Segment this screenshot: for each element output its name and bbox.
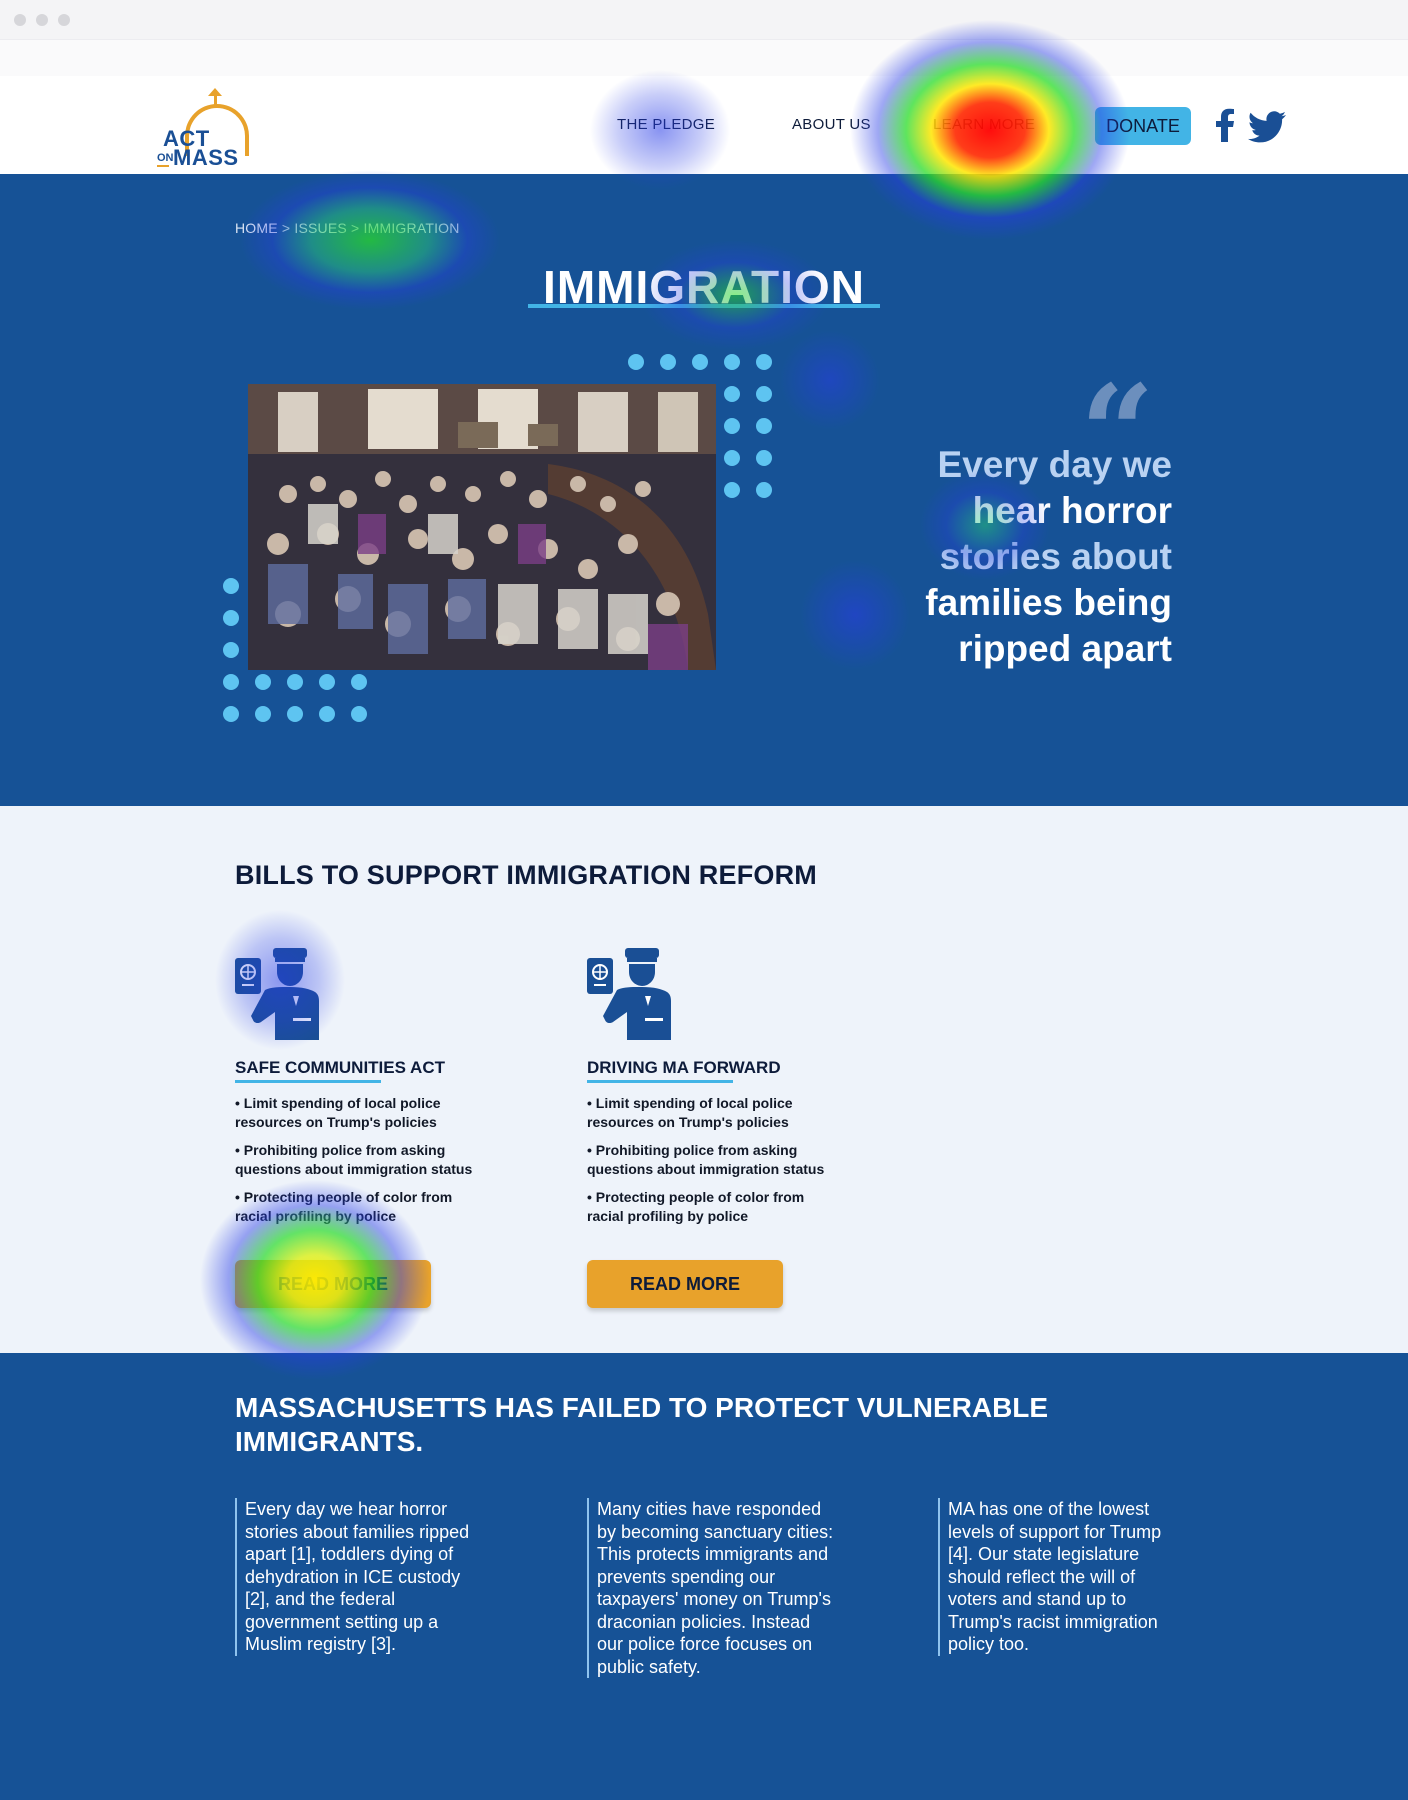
bill-bullet: • Protecting people of color from racial… — [587, 1189, 805, 1224]
hero-section: HOME > ISSUES > IMMIGRATION IMMIGRATION — [0, 174, 1408, 806]
dot — [692, 354, 708, 370]
failure-column-text: MA has one of the lowest levels of suppo… — [938, 1498, 1188, 1656]
breadcrumb-issues[interactable]: ISSUES — [294, 220, 347, 236]
quote-line: families being — [792, 580, 1172, 626]
page: ACT ON MASS THE PLEDGE ABOUT US LEARN MO… — [0, 0, 1408, 1800]
dot — [223, 578, 239, 594]
breadcrumb-separator-glyph: > — [281, 220, 291, 236]
dot — [223, 674, 239, 690]
window-dot-icon[interactable] — [36, 14, 48, 26]
dot — [756, 354, 772, 370]
breadcrumb-separator: > — [282, 220, 294, 236]
quote-line: hear horror — [792, 488, 1172, 534]
dot — [255, 706, 271, 722]
bill-bullet: • Prohibiting police from asking questio… — [587, 1142, 825, 1177]
bill-title: SAFE COMMUNITIES ACT — [235, 1058, 445, 1077]
bill-title-underline — [235, 1080, 381, 1083]
immigration-officer-icon — [587, 944, 671, 1040]
bill-bullet-list: • Limit spending of local police resourc… — [587, 1094, 837, 1235]
dot — [223, 706, 239, 722]
act-on-mass-logo[interactable]: ACT ON MASS — [155, 88, 251, 170]
donate-button[interactable]: DONATE — [1095, 107, 1191, 145]
dot — [724, 354, 740, 370]
quote-line-text: Every day we — [937, 444, 1172, 485]
nav-link-about-us[interactable]: ABOUT US — [792, 116, 871, 133]
dot — [756, 482, 772, 498]
dot — [351, 706, 367, 722]
dot — [628, 354, 644, 370]
logo-on-text: ON — [157, 152, 174, 164]
dot — [287, 674, 303, 690]
facebook-icon[interactable] — [1206, 106, 1246, 146]
hero-quote: Every day we hear horror stories about f… — [792, 442, 1172, 672]
breadcrumb: HOME > ISSUES > IMMIGRATION — [235, 220, 460, 236]
breadcrumb-current: IMMIGRATION — [363, 220, 460, 236]
window-dot-icon[interactable] — [58, 14, 70, 26]
dot — [660, 354, 676, 370]
dot — [319, 706, 335, 722]
immigration-officer-icon — [235, 944, 319, 1040]
bills-section: BILLS TO SUPPORT IMMIGRATION REFORM SAFE… — [0, 806, 1408, 1353]
failure-heading: MASSACHUSETTS HAS FAILED TO PROTECT VULN… — [235, 1392, 1049, 1457]
bill-bullet: • Protecting people of color from racial… — [235, 1189, 453, 1224]
breadcrumb-home[interactable]: HOME — [235, 220, 278, 236]
quote-line: Every day we — [792, 442, 1172, 488]
site-header: ACT ON MASS THE PLEDGE ABOUT US LEARN MO… — [0, 76, 1408, 174]
dot — [756, 418, 772, 434]
nav-link-the-pledge[interactable]: THE PLEDGE — [617, 116, 715, 133]
bill-bullet: • Limit spending of local police resourc… — [587, 1095, 793, 1130]
failure-section: MASSACHUSETTS HAS FAILED TO PROTECT VULN… — [0, 1353, 1408, 1800]
quote-line-text: families being — [925, 582, 1172, 623]
dot — [756, 386, 772, 402]
dot — [255, 674, 271, 690]
read-more-button[interactable]: READ MORE — [587, 1260, 783, 1308]
dot — [319, 674, 335, 690]
breadcrumb-separator: > — [351, 220, 363, 236]
browser-toolbar — [0, 40, 1408, 76]
read-more-button[interactable]: READ MORE — [235, 1260, 431, 1308]
decorative-dot-grid — [223, 578, 373, 722]
nav-link-learn-more[interactable]: LEARN MORE — [933, 116, 1035, 133]
bill-bullet: • Limit spending of local police resourc… — [235, 1095, 441, 1130]
dot — [724, 482, 740, 498]
dot — [223, 610, 239, 626]
dot — [287, 706, 303, 722]
breadcrumb-separator-glyph: > — [351, 220, 360, 236]
bill-title: DRIVING MA FORWARD — [587, 1058, 781, 1077]
logo-underline — [157, 165, 169, 167]
quote-line-text: hear horror — [972, 490, 1172, 531]
bill-title-underline — [587, 1080, 733, 1083]
bills-heading: BILLS TO SUPPORT IMMIGRATION REFORM — [235, 860, 817, 890]
window-dot-icon[interactable] — [14, 14, 26, 26]
dot — [351, 674, 367, 690]
browser-chrome — [0, 0, 1408, 40]
quote-line: stories about — [792, 534, 1172, 580]
twitter-icon[interactable] — [1246, 106, 1288, 146]
failure-column-text: Every day we hear horror stories about f… — [235, 1498, 485, 1656]
bill-bullet: • Prohibiting police from asking questio… — [235, 1142, 473, 1177]
quote-line: ripped apart — [792, 626, 1172, 672]
failure-column-text: Many cities have responded by becoming s… — [587, 1498, 837, 1678]
dot — [223, 642, 239, 658]
dot — [756, 450, 772, 466]
quote-line-text: stories about — [939, 536, 1172, 577]
quote-line-text: ripped apart — [958, 628, 1172, 669]
title-underline — [528, 304, 880, 308]
dot — [724, 386, 740, 402]
logo-mass-text: MASS — [173, 145, 239, 170]
dot — [724, 418, 740, 434]
dot — [724, 450, 740, 466]
bill-bullet-list: • Limit spending of local police resourc… — [235, 1094, 485, 1235]
